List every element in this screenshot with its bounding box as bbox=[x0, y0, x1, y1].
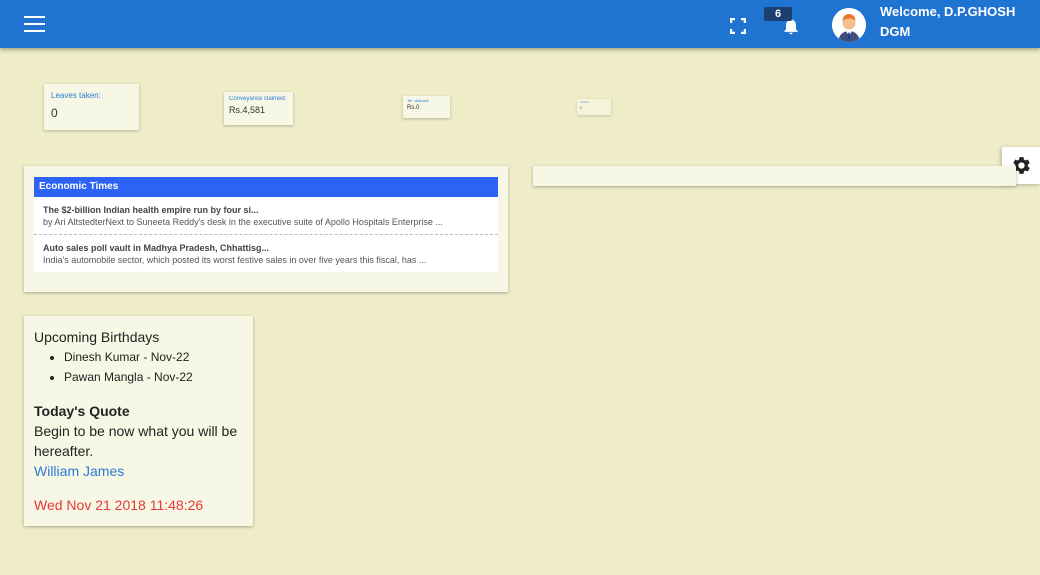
stat-label: Tel. claimed: bbox=[407, 98, 430, 103]
stat-card-telephone: Tel. claimed: Rs.0 bbox=[403, 96, 450, 118]
news-card: Economic Times The $2-billion Indian hea… bbox=[24, 166, 508, 292]
birthdays-title: Upcoming Birthdays bbox=[34, 329, 160, 345]
birthday-list: Dinesh Kumar - Nov-22 Pawan Mangla - Nov… bbox=[64, 347, 243, 387]
stat-label: Claims: bbox=[580, 100, 591, 104]
welcome-name: Welcome, D.P.GHOSH bbox=[880, 4, 1016, 19]
user-role: DGM bbox=[880, 24, 911, 39]
quote-title: Today's Quote bbox=[34, 403, 130, 419]
news-title[interactable]: Auto sales poll vault in Madhya Pradesh,… bbox=[43, 242, 490, 254]
top-app-bar: 6 Welcome, D.P.GHOSH DGM bbox=[0, 0, 1040, 48]
stat-card-claims: Claims: 0 bbox=[577, 99, 611, 115]
quote-text: Begin to be now what you will be hereaft… bbox=[34, 423, 238, 459]
news-item[interactable]: The $2-billion Indian health empire run … bbox=[34, 197, 498, 234]
birthday-item: Dinesh Kumar - Nov-22 bbox=[64, 347, 243, 367]
quote-author-link[interactable]: William James bbox=[34, 461, 243, 481]
current-datetime: Wed Nov 21 2018 11:48:26 bbox=[34, 497, 204, 513]
news-title[interactable]: The $2-billion Indian health empire run … bbox=[43, 204, 490, 216]
stat-label: Conveyance claimed: bbox=[229, 96, 287, 102]
stat-value: Rs.4,581 bbox=[229, 105, 266, 115]
news-feed: Economic Times The $2-billion Indian hea… bbox=[34, 177, 498, 272]
stat-card-conveyance: Conveyance claimed: Rs.4,581 bbox=[224, 92, 293, 125]
avatar[interactable] bbox=[832, 8, 866, 42]
news-source-header: Economic Times bbox=[34, 177, 498, 197]
news-description: by Ari AltstedterNext to Suneeta Reddy's… bbox=[43, 217, 443, 227]
empty-widget-card bbox=[533, 166, 1016, 186]
stat-label: Leaves taken: bbox=[51, 91, 101, 100]
birthday-quote-card: Upcoming Birthdays Dinesh Kumar - Nov-22… bbox=[24, 316, 253, 526]
stat-value: 0 bbox=[580, 105, 583, 110]
welcome-text: Welcome, D.P.GHOSH DGM bbox=[880, 2, 1015, 42]
hamburger-menu-icon[interactable] bbox=[24, 16, 46, 33]
news-item[interactable]: Auto sales poll vault in Madhya Pradesh,… bbox=[34, 234, 498, 272]
stat-value: Rs.0 bbox=[407, 105, 420, 111]
news-description: India's automobile sector, which posted … bbox=[43, 255, 427, 265]
notification-count-badge: 6 bbox=[764, 7, 792, 21]
birthday-item: Pawan Mangla - Nov-22 bbox=[64, 367, 243, 387]
stat-card-leaves: Leaves taken: 0 bbox=[44, 84, 139, 130]
fullscreen-icon[interactable] bbox=[729, 17, 747, 35]
stat-value: 0 bbox=[51, 106, 58, 120]
